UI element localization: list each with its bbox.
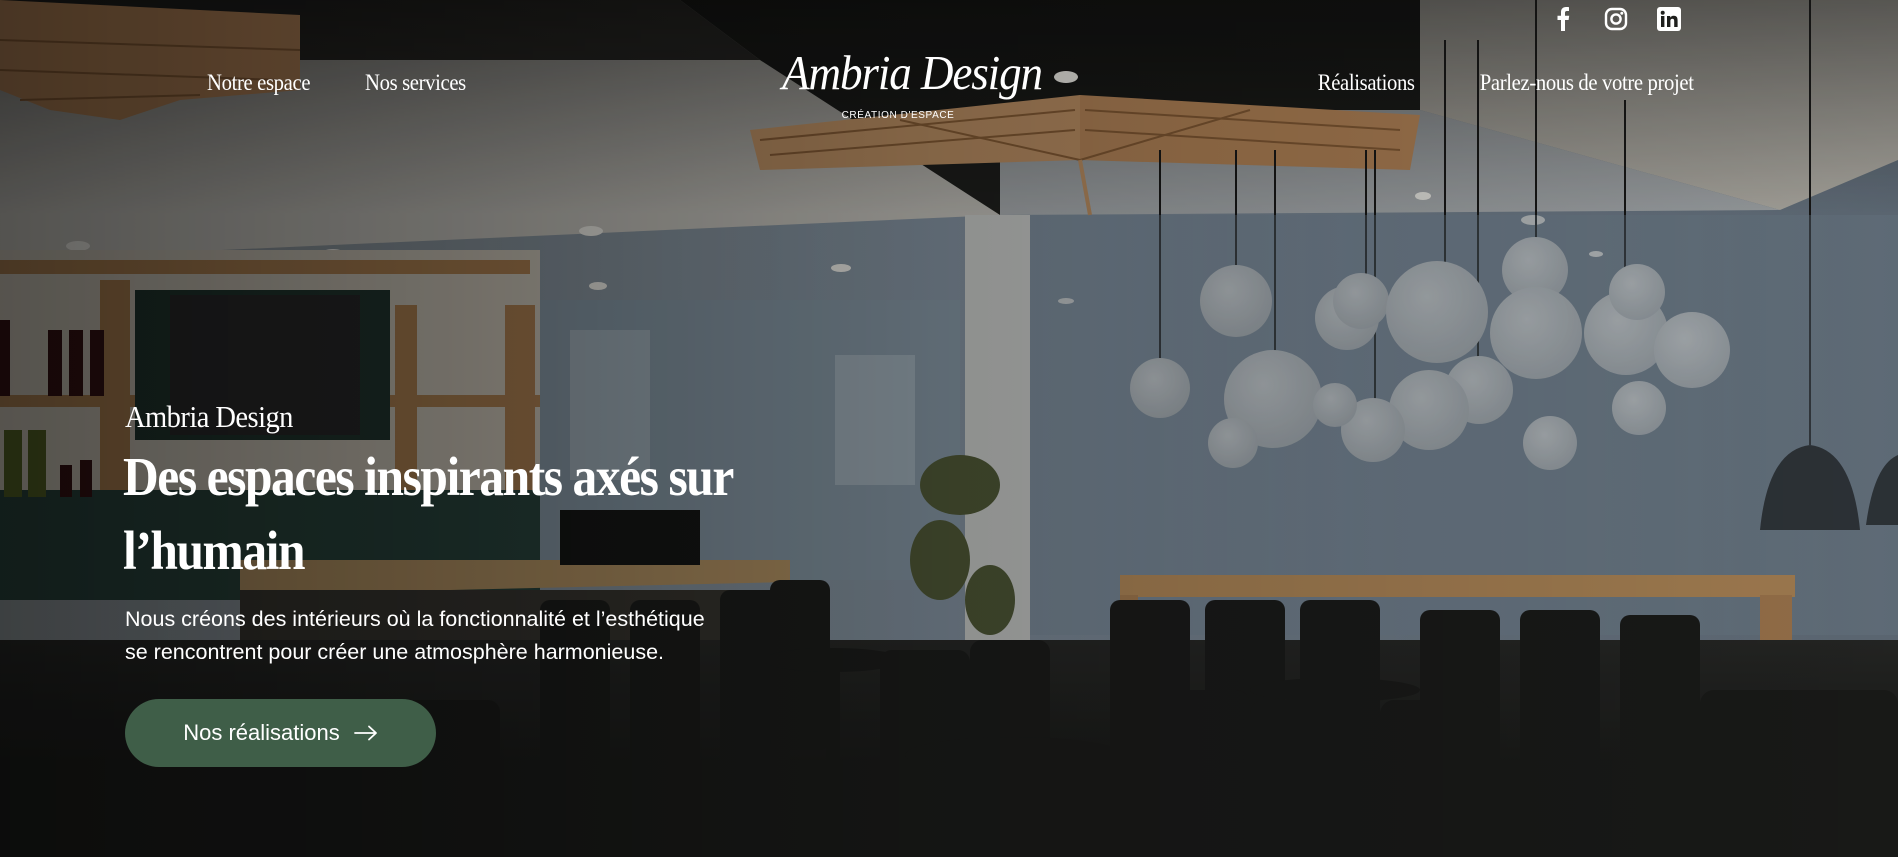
arrow-right-icon: [353, 725, 377, 741]
nos-realisations-button[interactable]: Nos réalisations: [125, 699, 436, 767]
nav-parlez-nous[interactable]: Parlez-nous de votre projet: [1480, 70, 1694, 96]
logo-tagline: CRÉATION D'ESPACE: [841, 110, 955, 121]
logo-wordmark: Ambria Design: [782, 45, 1043, 100]
social-links: [1536, 6, 1695, 32]
hero-section: Notre espace Nos services Ambria Design …: [0, 0, 1898, 857]
hero-description: Nous créons des intérieurs où la fonctio…: [125, 603, 825, 669]
nav-realisations[interactable]: Réalisations: [1318, 70, 1415, 96]
nav-notre-espace[interactable]: Notre espace: [207, 70, 311, 96]
hero-description-line-1: Nous créons des intérieurs où la fonctio…: [125, 607, 705, 631]
hero-headline-line-1: Des espaces inspirants axés sur: [123, 446, 734, 507]
facebook-icon[interactable]: [1536, 6, 1589, 32]
hero-headline-line-2: l’humain: [123, 520, 305, 581]
hero-eyebrow: Ambria Design: [125, 399, 293, 434]
cta-label: Nos réalisations: [183, 720, 340, 745]
nav-nos-services[interactable]: Nos services: [365, 70, 466, 96]
hero-description-line-2: se rencontrent pour créer une atmosphère…: [125, 640, 665, 664]
instagram-icon[interactable]: [1589, 6, 1642, 32]
hero-headline: Des espaces inspirants axés sur l’humain: [123, 440, 883, 588]
site-logo[interactable]: Ambria Design CRÉATION D'ESPACE: [772, 45, 1043, 124]
linkedin-icon[interactable]: [1642, 6, 1695, 32]
